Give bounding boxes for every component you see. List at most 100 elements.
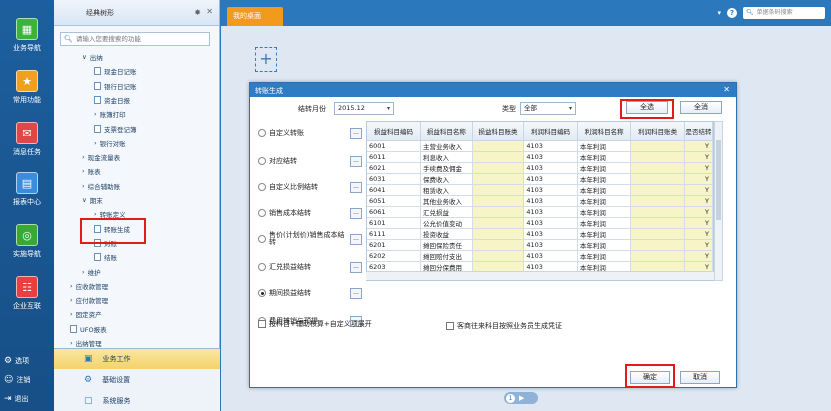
table-cell[interactable] bbox=[472, 140, 525, 152]
ellipsis-button[interactable]: ... bbox=[350, 127, 362, 139]
table-cell[interactable]: 本年利润 bbox=[577, 162, 632, 174]
nav-item-4[interactable]: ◎ 实施导航 bbox=[0, 224, 54, 259]
table-cell[interactable]: 4103 bbox=[523, 162, 578, 174]
table-cell[interactable]: Y bbox=[684, 195, 713, 207]
table-cell[interactable]: Y bbox=[684, 173, 713, 185]
nav-bottom-1[interactable]: ☺ 注销 bbox=[4, 375, 54, 385]
table-cell[interactable] bbox=[630, 206, 685, 218]
close-icon[interactable]: ✕ bbox=[206, 7, 213, 16]
barcode-search[interactable]: 🔍︎ 单据条码搜索 bbox=[743, 7, 825, 19]
table-cell[interactable]: 汇兑损益 bbox=[420, 206, 473, 218]
radio-button[interactable] bbox=[258, 209, 266, 217]
table-cell[interactable]: 本年利润 bbox=[577, 184, 632, 196]
transfer-option[interactable]: 销售成本结转... bbox=[258, 205, 366, 221]
checkbox-box[interactable] bbox=[446, 322, 454, 330]
table-cell[interactable] bbox=[630, 250, 685, 262]
table-row[interactable]: 6021 手续费及佣金 4103 本年利润 Y bbox=[367, 162, 713, 174]
table-cell[interactable]: 6111 bbox=[367, 228, 422, 240]
table-row[interactable]: 6031 保费收入 4103 本年利润 Y bbox=[367, 173, 713, 185]
table-cell[interactable]: Y bbox=[684, 184, 713, 196]
table-cell[interactable]: 本年利润 bbox=[577, 173, 632, 185]
tree-item[interactable]: › 账表 bbox=[82, 166, 101, 176]
table-cell[interactable]: 本年利润 bbox=[577, 250, 632, 262]
tree-item[interactable]: 资金日报 bbox=[94, 95, 130, 105]
table-cell[interactable]: 手续费及佣金 bbox=[420, 162, 473, 174]
nav-bottom-0[interactable]: ⚙ 选项 bbox=[4, 356, 54, 366]
table-cell[interactable]: Y bbox=[684, 250, 713, 262]
transfer-option[interactable]: 自定义转账... bbox=[258, 125, 366, 141]
checkbox-box[interactable] bbox=[258, 320, 266, 328]
table-cell[interactable] bbox=[472, 184, 525, 196]
pin-icon[interactable]: ✸ bbox=[194, 8, 201, 17]
tree-item[interactable]: 银行日记账 bbox=[94, 81, 137, 91]
tree-item[interactable]: ∨ 期末 bbox=[82, 195, 103, 205]
column-header[interactable]: 是否结转 bbox=[684, 122, 713, 141]
table-cell[interactable] bbox=[630, 228, 685, 240]
table-cell[interactable]: 6041 bbox=[367, 184, 422, 196]
table-cell[interactable]: 本年利润 bbox=[577, 228, 632, 240]
table-cell[interactable] bbox=[630, 173, 685, 185]
table-cell[interactable]: 其他业务收入 bbox=[420, 195, 473, 207]
tree-item[interactable]: 结账 bbox=[94, 252, 117, 262]
ellipsis-button[interactable]: ... bbox=[350, 155, 362, 167]
nav-item-1[interactable]: ★ 常用功能 bbox=[0, 70, 54, 105]
table-cell[interactable]: 本年利润 bbox=[577, 151, 632, 163]
tree-item[interactable]: › 应收款管理 bbox=[70, 281, 108, 291]
table-cell[interactable] bbox=[472, 206, 525, 218]
ellipsis-button[interactable]: ... bbox=[350, 261, 362, 273]
table-cell[interactable]: 投资收益 bbox=[420, 228, 473, 240]
table-cell[interactable]: 4103 bbox=[523, 184, 578, 196]
table-row[interactable]: 6051 其他业务收入 4103 本年利润 Y bbox=[367, 195, 713, 207]
table-cell[interactable]: 6051 bbox=[367, 195, 422, 207]
radio-button[interactable] bbox=[258, 157, 266, 165]
tree-item[interactable]: › 维护 bbox=[82, 267, 101, 277]
tree-item[interactable]: ∨ 出纳 bbox=[82, 52, 103, 62]
table-cell[interactable] bbox=[630, 217, 685, 229]
grid-v-scrollbar[interactable] bbox=[714, 121, 723, 281]
table-cell[interactable] bbox=[472, 228, 525, 240]
ellipsis-button[interactable]: ... bbox=[350, 207, 362, 219]
table-cell[interactable]: Y bbox=[684, 151, 713, 163]
radio-button[interactable] bbox=[258, 129, 266, 137]
tree-search-input[interactable] bbox=[75, 35, 206, 43]
table-cell[interactable] bbox=[630, 140, 685, 152]
table-cell[interactable]: Y bbox=[684, 228, 713, 240]
table-cell[interactable]: 租赁收入 bbox=[420, 184, 473, 196]
nav-item-0[interactable]: ▦ 业务导航 bbox=[0, 18, 54, 53]
deselect-all-button[interactable]: 全消 bbox=[680, 101, 722, 114]
table-cell[interactable]: 4103 bbox=[523, 173, 578, 185]
table-cell[interactable]: Y bbox=[684, 217, 713, 229]
table-row[interactable]: 6041 租赁收入 4103 本年利润 Y bbox=[367, 184, 713, 196]
column-header[interactable]: 利润科目编码 bbox=[523, 122, 578, 141]
table-row[interactable]: 6201 摊回保险责任 4103 本年利润 Y bbox=[367, 239, 713, 251]
table-cell[interactable] bbox=[630, 162, 685, 174]
table-row[interactable]: 6111 投资收益 4103 本年利润 Y bbox=[367, 228, 713, 240]
table-row[interactable]: 6061 汇兑损益 4103 本年利润 Y bbox=[367, 206, 713, 218]
add-tile-button[interactable]: + bbox=[255, 47, 277, 72]
table-cell[interactable]: 本年利润 bbox=[577, 217, 632, 229]
column-header[interactable]: 利润科目名称 bbox=[577, 122, 632, 141]
next-page-icon[interactable]: ▶ bbox=[519, 394, 524, 402]
ellipsis-button[interactable]: ... bbox=[350, 233, 362, 245]
month-select[interactable]: 2015.12 ▾ bbox=[334, 102, 394, 115]
tree-item[interactable]: 支票登记簿 bbox=[94, 124, 137, 134]
table-row[interactable]: 6202 摊回赔付支出 4103 本年利润 Y bbox=[367, 250, 713, 262]
column-header[interactable]: 损益科目名称 bbox=[420, 122, 473, 141]
tab-my-desktop[interactable]: 我的桌面 bbox=[227, 7, 283, 26]
nav-item-2[interactable]: ✉ 消息任务 bbox=[0, 122, 54, 157]
table-cell[interactable]: 6202 bbox=[367, 250, 422, 262]
tree-item[interactable]: › 现金流量表 bbox=[82, 152, 120, 162]
table-cell[interactable]: 6101 bbox=[367, 217, 422, 229]
table-cell[interactable] bbox=[472, 239, 525, 251]
table-cell[interactable]: 4103 bbox=[523, 140, 578, 152]
table-cell[interactable] bbox=[472, 162, 525, 174]
table-cell[interactable] bbox=[630, 151, 685, 163]
table-cell[interactable]: 利息收入 bbox=[420, 151, 473, 163]
table-row[interactable]: 6101 公允价值变动 4103 本年利润 Y bbox=[367, 217, 713, 229]
table-cell[interactable]: 本年利润 bbox=[577, 195, 632, 207]
table-cell[interactable] bbox=[630, 184, 685, 196]
grid-h-scrollbar[interactable] bbox=[366, 271, 714, 280]
table-cell[interactable]: 摊回保险责任 bbox=[420, 239, 473, 251]
ellipsis-button[interactable]: ... bbox=[350, 287, 362, 299]
transfer-option[interactable]: 汇兑损益结转... bbox=[258, 259, 366, 275]
